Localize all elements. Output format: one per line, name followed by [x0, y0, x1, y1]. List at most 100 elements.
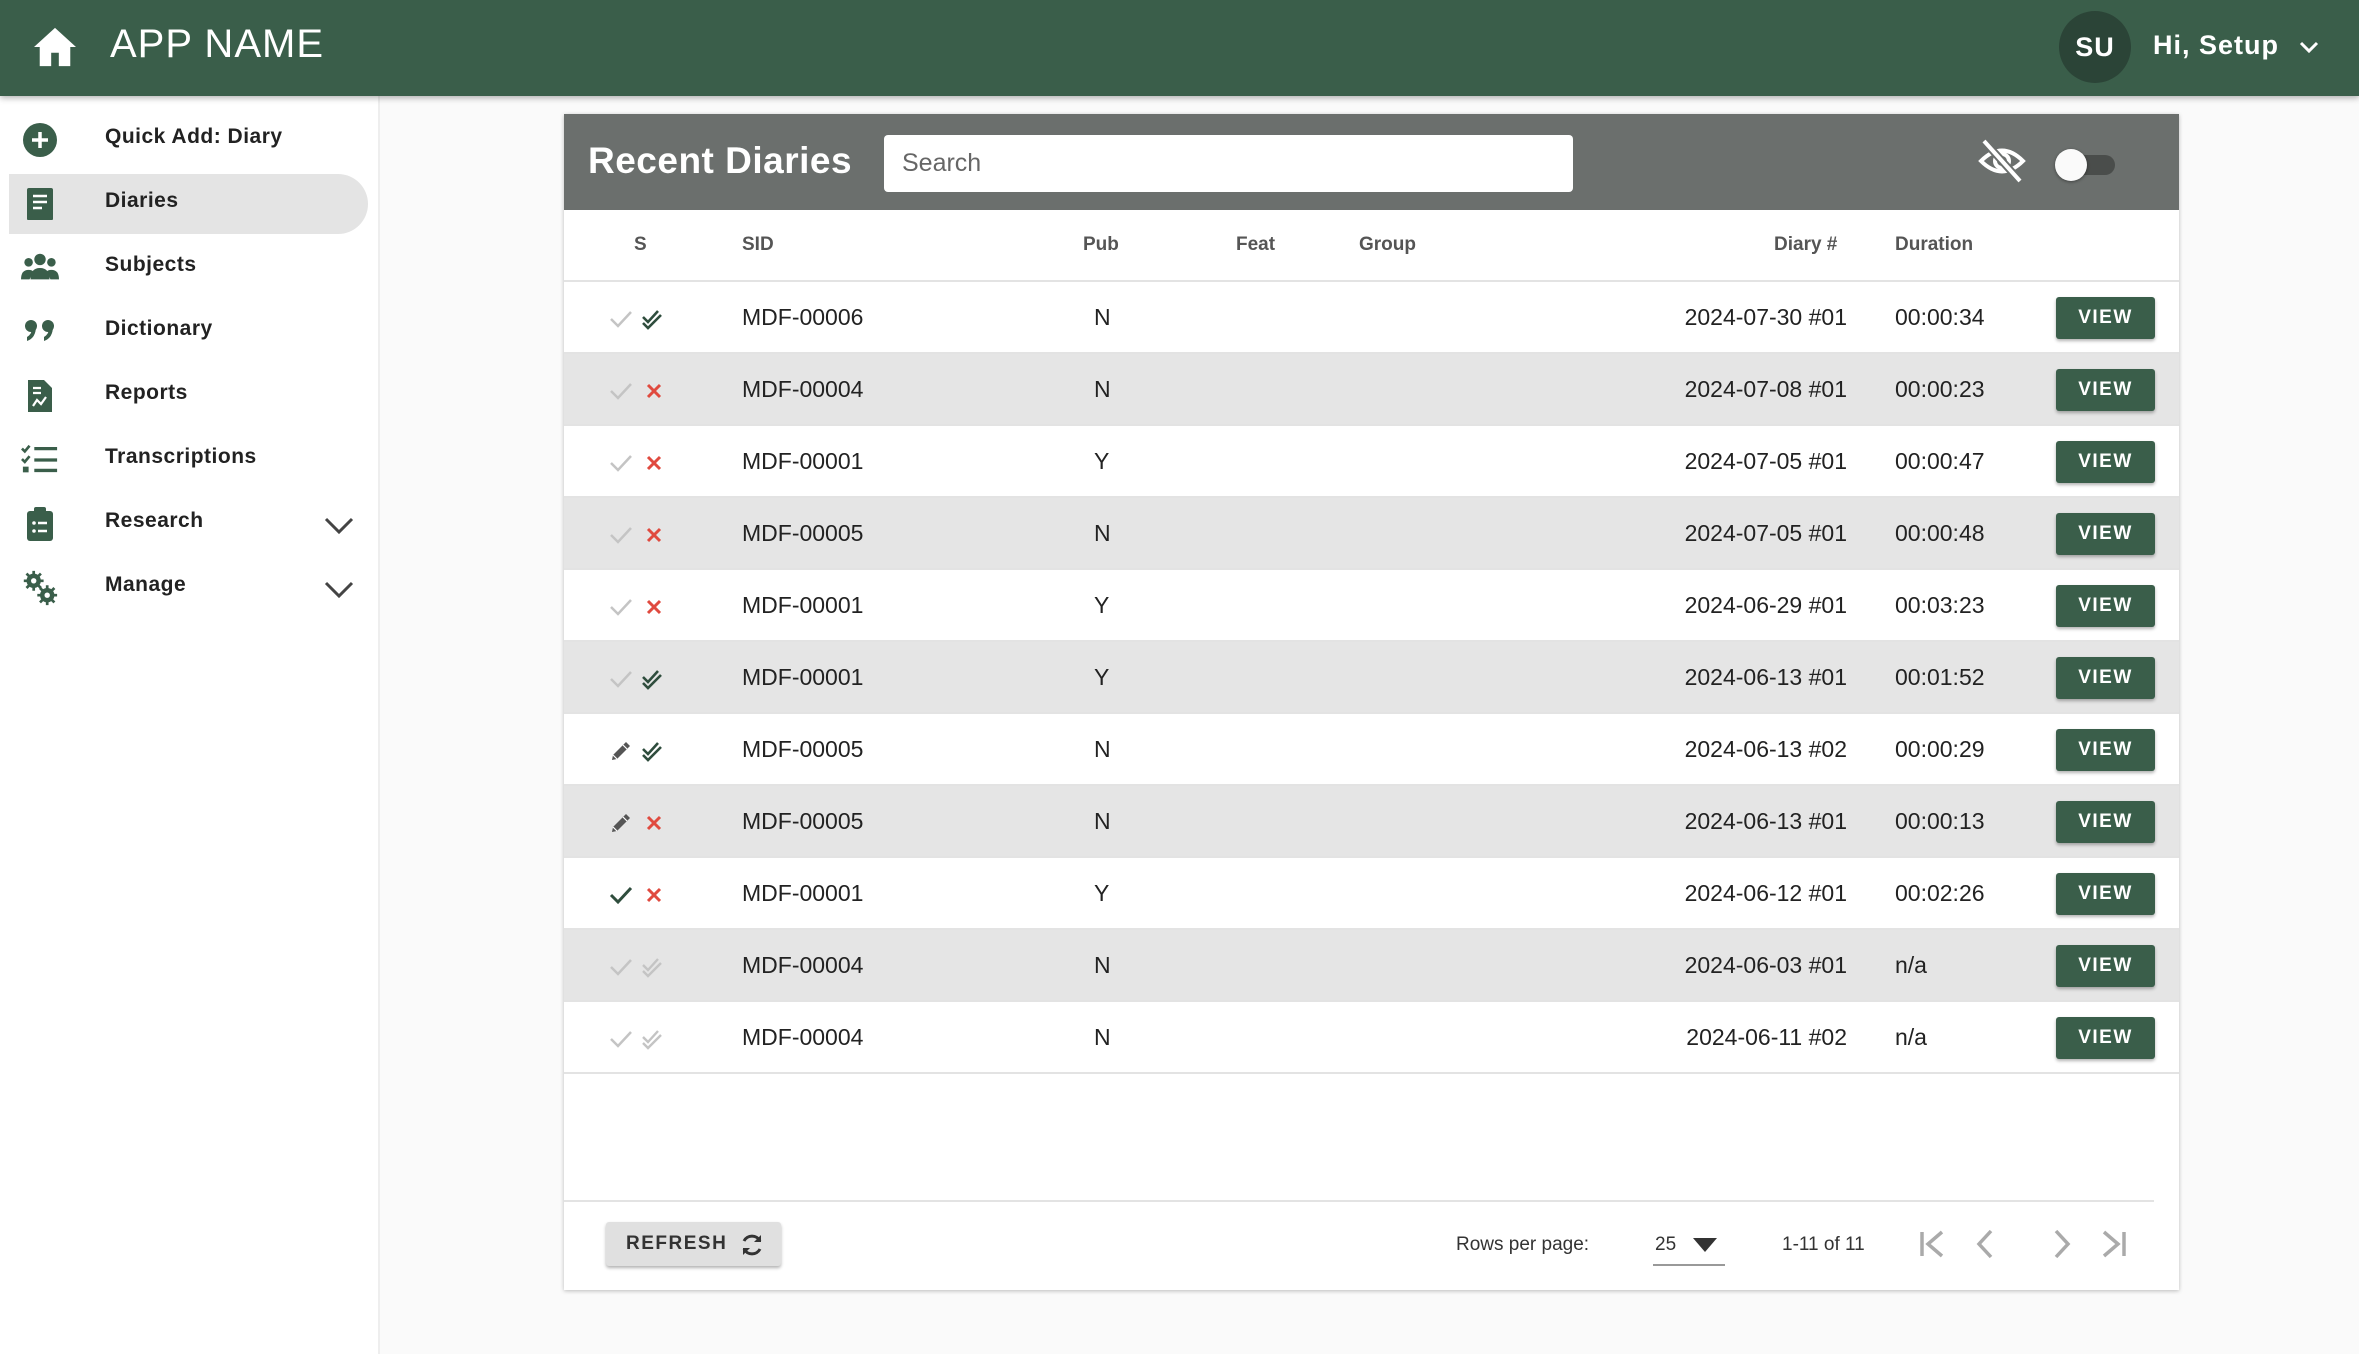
- sidebar-item-label: Research: [105, 509, 204, 532]
- gears-icon: [23, 570, 58, 606]
- duration-cell: 00:01:52: [1895, 664, 1985, 690]
- diary-cell: 2024-06-12 #01: [1684, 880, 1847, 906]
- chevron-down-icon[interactable]: [322, 508, 356, 542]
- pub-cell: N: [1094, 520, 1111, 546]
- sid-cell: MDF-00001: [742, 592, 864, 618]
- table-row: MDF-00001 Y 2024-06-13 #01 00:01:52 VIEW: [564, 642, 2179, 714]
- column-header-s[interactable]: S: [634, 234, 647, 256]
- sid-cell: MDF-00005: [742, 736, 864, 762]
- duration-cell: 00:00:48: [1895, 520, 1985, 546]
- table-row: MDF-00004 N 2024-06-11 #02 n/a VIEW: [564, 1002, 2179, 1074]
- quote-icon: [25, 320, 54, 341]
- view-button[interactable]: VIEW: [2056, 1017, 2155, 1059]
- sidebar-item-subjects[interactable]: Subjects: [9, 238, 368, 298]
- last-page-icon[interactable]: [2096, 1226, 2132, 1262]
- check-icon: [610, 671, 632, 688]
- users-icon: [21, 253, 59, 280]
- table-row: MDF-00001 Y 2024-07-05 #01 00:00:47 VIEW: [564, 426, 2179, 498]
- x-icon: [646, 383, 662, 399]
- toggle-knob: [2055, 149, 2087, 181]
- app-name[interactable]: APP NAME: [110, 22, 324, 67]
- sidebar-item-manage[interactable]: Manage: [9, 558, 368, 618]
- rows-per-page-select[interactable]: 25: [1653, 1222, 1725, 1266]
- x-icon: [646, 887, 662, 903]
- column-header-pub[interactable]: Pub: [1083, 234, 1119, 256]
- duration-cell: 00:03:23: [1895, 592, 1985, 618]
- checklist-icon: [21, 444, 58, 473]
- pub-cell: N: [1094, 1024, 1111, 1050]
- rows-per-page-value: 25: [1655, 1234, 1677, 1255]
- sidebar-item-quick-add-diary[interactable]: Quick Add: Diary: [9, 110, 368, 170]
- view-button[interactable]: VIEW: [2056, 657, 2155, 699]
- sidebar-item-dictionary[interactable]: Dictionary: [9, 302, 368, 362]
- view-button[interactable]: VIEW: [2056, 729, 2155, 771]
- view-button[interactable]: VIEW: [2056, 585, 2155, 627]
- x-icon: [646, 815, 662, 831]
- divider: [564, 1200, 2154, 1202]
- sidebar: Quick Add: Diary Diaries Subjects Dictio…: [0, 96, 380, 1354]
- duration-cell: 00:00:29: [1895, 736, 1985, 762]
- sidebar-item-label: Diaries: [105, 189, 179, 212]
- check-icon: [610, 527, 632, 544]
- duration-cell: 00:00:13: [1895, 808, 1985, 834]
- view-button[interactable]: VIEW: [2056, 801, 2155, 843]
- next-page-icon[interactable]: [2044, 1226, 2080, 1262]
- diary-cell: 2024-06-03 #01: [1684, 952, 1847, 978]
- x-icon: [646, 455, 662, 471]
- sidebar-item-label: Quick Add: Diary: [105, 125, 283, 148]
- book-icon: [27, 188, 53, 220]
- view-button[interactable]: VIEW: [2056, 513, 2155, 555]
- pub-cell: N: [1094, 952, 1111, 978]
- recent-diaries-card: Recent Diaries S SID Pub Feat Group Diar…: [564, 114, 2179, 1290]
- sidebar-item-diaries[interactable]: Diaries: [9, 174, 368, 234]
- duration-cell: n/a: [1895, 1024, 1927, 1050]
- duration-cell: 00:00:47: [1895, 448, 1985, 474]
- report-icon: [28, 380, 52, 412]
- sidebar-item-research[interactable]: Research: [9, 494, 368, 554]
- column-header-group[interactable]: Group: [1359, 234, 1416, 256]
- sid-cell: MDF-00005: [742, 520, 864, 546]
- first-page-icon[interactable]: [1914, 1226, 1950, 1262]
- visibility-toggle[interactable]: [2055, 145, 2119, 181]
- view-button[interactable]: VIEW: [2056, 945, 2155, 987]
- card-header: Recent Diaries: [564, 114, 2179, 210]
- eye-slash-icon[interactable]: [1977, 138, 2027, 184]
- x-icon: [646, 599, 662, 615]
- plus-circle-icon: [23, 123, 57, 157]
- sidebar-item-label: Dictionary: [105, 317, 213, 340]
- check-icon: [610, 311, 632, 328]
- sidebar-item-transcriptions[interactable]: Transcriptions: [9, 430, 368, 490]
- rows-per-page-label: Rows per page:: [1456, 1234, 1590, 1255]
- refresh-icon: [742, 1234, 762, 1256]
- diary-cell: 2024-07-30 #01: [1684, 304, 1847, 330]
- column-header-feat[interactable]: Feat: [1236, 234, 1275, 256]
- view-button[interactable]: VIEW: [2056, 297, 2155, 339]
- table-row: MDF-00001 Y 2024-06-12 #01 00:02:26 VIEW: [564, 858, 2179, 930]
- column-header-duration[interactable]: Duration: [1895, 234, 1973, 256]
- pub-cell: Y: [1094, 448, 1110, 474]
- duration-cell: 00:00:34: [1895, 304, 1985, 330]
- column-header-sid[interactable]: SID: [742, 234, 774, 256]
- avatar[interactable]: SU: [2059, 11, 2131, 83]
- sidebar-item-reports[interactable]: Reports: [9, 366, 368, 426]
- check-icon: [610, 599, 632, 616]
- sid-cell: MDF-00004: [742, 952, 864, 978]
- home-icon[interactable]: [32, 26, 78, 68]
- search-input[interactable]: [884, 135, 1573, 192]
- diary-cell: 2024-06-29 #01: [1684, 592, 1847, 618]
- column-header-diary[interactable]: Diary #: [1774, 234, 1837, 256]
- chevron-down-icon[interactable]: [322, 572, 356, 606]
- user-greeting[interactable]: Hi, Setup: [2153, 30, 2279, 61]
- chevron-down-icon[interactable]: [2298, 36, 2320, 58]
- table-row: MDF-00005 N 2024-06-13 #01 00:00:13 VIEW: [564, 786, 2179, 858]
- view-button[interactable]: VIEW: [2056, 369, 2155, 411]
- refresh-label: REFRESH: [626, 1233, 728, 1254]
- sidebar-item-label: Transcriptions: [105, 445, 257, 468]
- view-button[interactable]: VIEW: [2056, 873, 2155, 915]
- view-button[interactable]: VIEW: [2056, 441, 2155, 483]
- duration-cell: 00:00:23: [1895, 376, 1985, 402]
- refresh-button[interactable]: REFRESH: [606, 1222, 781, 1266]
- x-icon: [646, 527, 662, 543]
- prev-page-icon[interactable]: [1967, 1226, 2003, 1262]
- sidebar-item-label: Reports: [105, 381, 188, 404]
